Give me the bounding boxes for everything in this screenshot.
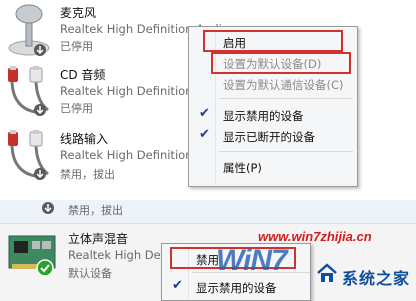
- device-context-menu: 启用 设置为默认设备(D) 设置为默认通信设备(C) ✔ 显示禁用的设备 ✔ 显…: [188, 26, 358, 187]
- watermark-site-name: 系统之家: [342, 269, 411, 288]
- device-name: 立体声混音: [68, 232, 129, 246]
- device-status: 已停用: [60, 40, 93, 53]
- watermark-url: www.win7zhijia.cn: [258, 229, 372, 244]
- menu-item-show-disabled-devices[interactable]: ✔ 显示禁用的设备: [164, 276, 308, 298]
- device-name: CD 音频: [60, 68, 106, 82]
- rca-plug-icon: [8, 130, 49, 180]
- checkmark-icon: ✔: [172, 278, 183, 293]
- down-arrow-icon: [42, 202, 54, 214]
- menu-item-label: 显示已断开的设备: [223, 130, 315, 144]
- device-status-partial: 禁用，拔出: [68, 204, 123, 217]
- device-status: 已停用: [60, 102, 93, 115]
- highlight-box: [203, 30, 343, 52]
- sound-card-icon: [8, 235, 56, 277]
- device-name: 麦克风: [60, 6, 97, 20]
- microphone-icon: [8, 4, 50, 56]
- device-status: 禁用，拔出: [60, 168, 115, 181]
- menu-item-label: 属性(P): [223, 161, 262, 175]
- checkmark-icon: ✔: [199, 127, 210, 142]
- menu-item-label: 显示禁用的设备: [196, 281, 277, 295]
- watermark-logo-text: WiN7: [216, 244, 288, 277]
- menu-separator: [219, 98, 353, 99]
- menu-item-show-disconnected-devices[interactable]: ✔ 显示已断开的设备: [191, 125, 355, 147]
- screenshot-gap: [0, 191, 416, 200]
- menu-item-show-disabled-devices[interactable]: ✔ 显示禁用的设备: [191, 104, 355, 126]
- menu-item-properties[interactable]: 属性(P): [191, 156, 355, 178]
- menu-separator: [219, 151, 353, 152]
- menu-item-label: 设置为默认通信设备(C): [223, 78, 344, 92]
- rca-plug-icon: [8, 66, 49, 116]
- menu-item-set-default-communication-device[interactable]: 设置为默认通信设备(C): [191, 73, 355, 95]
- device-name: 线路输入: [60, 132, 109, 146]
- highlight-box: [211, 52, 351, 74]
- house-logo-icon: [317, 263, 337, 282]
- menu-item-label: 显示禁用的设备: [223, 109, 304, 123]
- device-status: 默认设备: [68, 267, 112, 280]
- checkmark-icon: ✔: [199, 106, 210, 121]
